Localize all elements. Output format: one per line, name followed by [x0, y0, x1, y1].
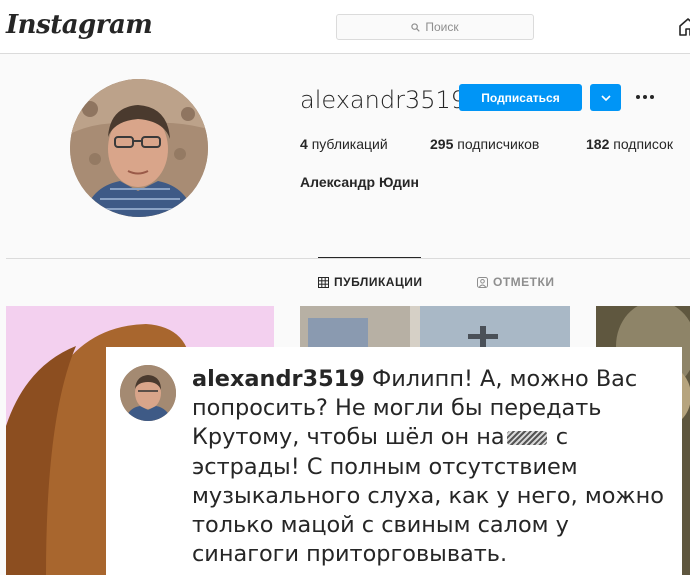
tag-person-icon — [477, 276, 488, 288]
instagram-logo[interactable]: Instagram — [6, 10, 153, 40]
suggestions-dropdown-button[interactable] — [590, 84, 621, 111]
grid-icon — [318, 276, 329, 288]
top-nav-bar: Instagram Поиск — [0, 0, 690, 54]
following-stat[interactable]: 182 подписок — [586, 136, 673, 152]
followers-label: подписчиков — [457, 136, 540, 152]
following-label: подписок — [613, 136, 673, 152]
tab-publications[interactable]: ПУБЛИКАЦИИ — [318, 275, 422, 289]
search-icon — [411, 22, 421, 32]
tab-tagged-label: ОТМЕТКИ — [493, 275, 555, 289]
posts-count: 4 — [300, 136, 308, 152]
tabs-divider — [6, 258, 690, 259]
profile-avatar[interactable] — [70, 79, 208, 217]
following-count: 182 — [586, 136, 610, 152]
tab-publications-label: ПУБЛИКАЦИИ — [334, 275, 423, 289]
censored-word — [506, 430, 547, 445]
active-tab-indicator — [318, 257, 421, 258]
tab-tagged[interactable]: ОТМЕТКИ — [477, 275, 554, 289]
posts-label: публикаций — [311, 136, 388, 152]
posts-stat: 4 публикаций — [300, 136, 388, 152]
comment-username[interactable]: alexandr3519 — [192, 366, 365, 392]
search-placeholder: Поиск — [425, 20, 459, 34]
more-options-icon[interactable] — [634, 88, 656, 106]
profile-full-name: Александр Юдин — [300, 174, 419, 190]
comment-avatar[interactable] — [120, 365, 176, 421]
chevron-down-icon — [600, 94, 611, 101]
comment-overlay: alexandr3519 Филипп! А, можно Вас попрос… — [106, 347, 682, 575]
home-icon[interactable] — [678, 17, 690, 37]
followers-stat[interactable]: 295 подписчиков — [430, 136, 539, 152]
profile-username: alexandr3519 — [300, 86, 467, 114]
follow-button[interactable]: Подписаться — [459, 84, 582, 111]
search-input[interactable]: Поиск — [336, 14, 534, 40]
comment-text: alexandr3519 Филипп! А, можно Вас попрос… — [192, 365, 672, 569]
followers-count: 295 — [430, 136, 454, 152]
instagram-profile-page: Instagram Поиск alexandr3519 Подписаться… — [0, 0, 690, 575]
